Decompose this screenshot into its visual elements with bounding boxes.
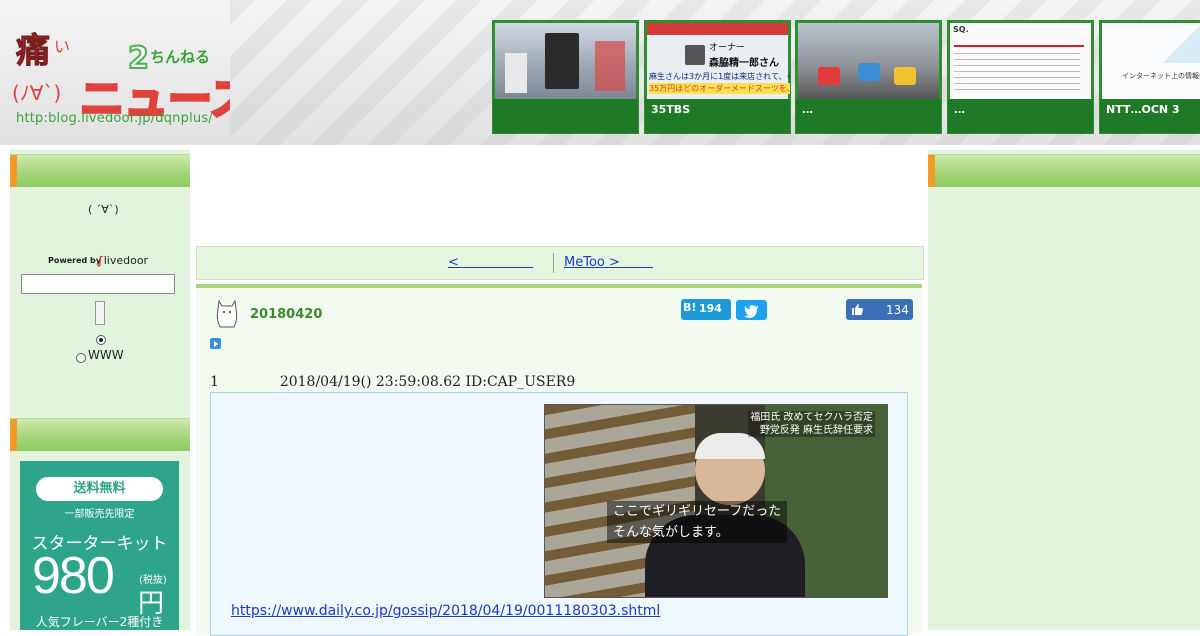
post-header: 1 2018/04/19() 23:59:08.62 ID:CAP_USER9 xyxy=(210,374,575,390)
thumbnail-image: オーナー 森脇精一郎さん 麻生さんは3か月に1度は来店されて、その都 35万円ほ… xyxy=(647,23,790,99)
article-date: 20180420 xyxy=(250,307,323,322)
post-meta: 2018/04/19() 23:59:08.62 ID:CAP_USER9 xyxy=(279,374,576,390)
article-nav: < MeToo > xyxy=(196,246,924,280)
thumbnail-5[interactable]: インターネット上の情報発サイトに関する NTT…OCN 3 xyxy=(1099,20,1200,134)
livedoor-mark-icon: ∫ xyxy=(97,254,104,267)
thumbs-up-icon xyxy=(852,304,863,315)
svg-text:痛: 痛 xyxy=(16,31,50,71)
svg-text:2: 2 xyxy=(128,41,149,76)
like-count: 134 xyxy=(886,303,909,317)
thumbnail-3[interactable]: … xyxy=(795,20,942,134)
search-button[interactable] xyxy=(95,301,105,325)
tv-screenshot: 福田氏 改めてセクハラ否定 野党反発 麻生氏辞任要求 ここでギリギリセーフだった… xyxy=(544,404,888,598)
logo-face: (ﾉ∀`) xyxy=(12,81,61,105)
tv-caption: ここでギリギリセーフだった そんな気がします。 xyxy=(607,501,788,543)
mascot-icon xyxy=(216,299,238,328)
radio-www-label: WWW xyxy=(88,348,124,362)
site-header: 痛 い (ﾉ∀`) ニュース 2 ちんねる http:blog.livedoor… xyxy=(0,0,1200,145)
thumbnail-4[interactable]: SQ. … xyxy=(947,20,1094,134)
radio-site[interactable] xyxy=(96,335,106,345)
hatena-icon: B! xyxy=(683,301,697,314)
sidebar-header-band xyxy=(10,154,190,187)
ad-pill: 送料無料 xyxy=(36,477,163,501)
thumbnail-strip: オーナー 森脇精一郎さん 麻生さんは3か月に1度は来店されて、その都 35万円ほ… xyxy=(492,20,1200,134)
thumbnail-image xyxy=(495,23,636,99)
facebook-like-button[interactable]: 134 xyxy=(846,299,913,320)
article: 20180420 B! 194 134 1 2018/04/19() 23:59… xyxy=(196,284,922,636)
thumbnail-caption: 35TBS xyxy=(651,103,691,116)
thumbnail-2[interactable]: オーナー 森脇精一郎さん 麻生さんは3か月に1度は来店されて、その都 35万円ほ… xyxy=(644,20,791,134)
thumbnail-image: SQ. xyxy=(950,23,1091,99)
radio-www[interactable] xyxy=(76,353,86,363)
right-sidebar xyxy=(928,150,1200,630)
livedoor-logo[interactable]: ∫livedoor xyxy=(97,254,148,267)
thumbnail-image: インターネット上の情報発サイトに関する xyxy=(1102,23,1200,99)
twitter-icon xyxy=(744,305,758,318)
ad-sub: 一部販売先限定 xyxy=(64,509,135,520)
ad-banner[interactable]: 送料無料 一部販売先限定 スターターキット 980 (税抜) 円 人気フレーバー… xyxy=(20,461,179,630)
svg-text:い: い xyxy=(54,37,70,56)
post-number: 1 xyxy=(210,374,219,390)
thumbnail-1[interactable] xyxy=(492,20,639,134)
search-input[interactable] xyxy=(21,274,175,294)
thumbnail-caption: … xyxy=(954,103,965,116)
source-link[interactable]: https://www.daily.co.jp/gossip/2018/04/1… xyxy=(231,603,660,619)
tv-ticker: 福田氏 改めてセクハラ否定 野党反発 麻生氏辞任要求 xyxy=(748,411,875,437)
hatena-bookmark-button[interactable]: B! 194 xyxy=(681,299,731,320)
face-icon: ( ´∀`) xyxy=(88,203,119,216)
next-article-link[interactable]: MeToo > xyxy=(564,255,653,270)
ad-price: 980 xyxy=(32,547,115,605)
ad-foot: 人気フレーバー2種付き xyxy=(35,615,164,629)
powered-by-label: Powered by xyxy=(48,256,101,265)
tweet-button[interactable] xyxy=(736,300,767,320)
hatena-count: 194 xyxy=(699,302,722,315)
logo-url[interactable]: http:blog.livedoor.jp/dqnplus/ xyxy=(16,111,213,126)
sidebar-section-band xyxy=(10,418,190,451)
svg-text:ちんねる: ちんねる xyxy=(150,48,210,66)
thumbnail-image xyxy=(798,23,939,99)
play-icon[interactable] xyxy=(210,338,221,349)
post-body: 福田氏 改めてセクハラ否定 野党反発 麻生氏辞任要求 ここでギリギリセーフだった… xyxy=(210,392,908,636)
right-sidebar-band xyxy=(928,154,1200,187)
prev-article-link[interactable]: < xyxy=(448,255,533,270)
thumbnail-caption: NTT…OCN 3 xyxy=(1106,103,1180,116)
thumbnail-caption: … xyxy=(802,103,813,116)
